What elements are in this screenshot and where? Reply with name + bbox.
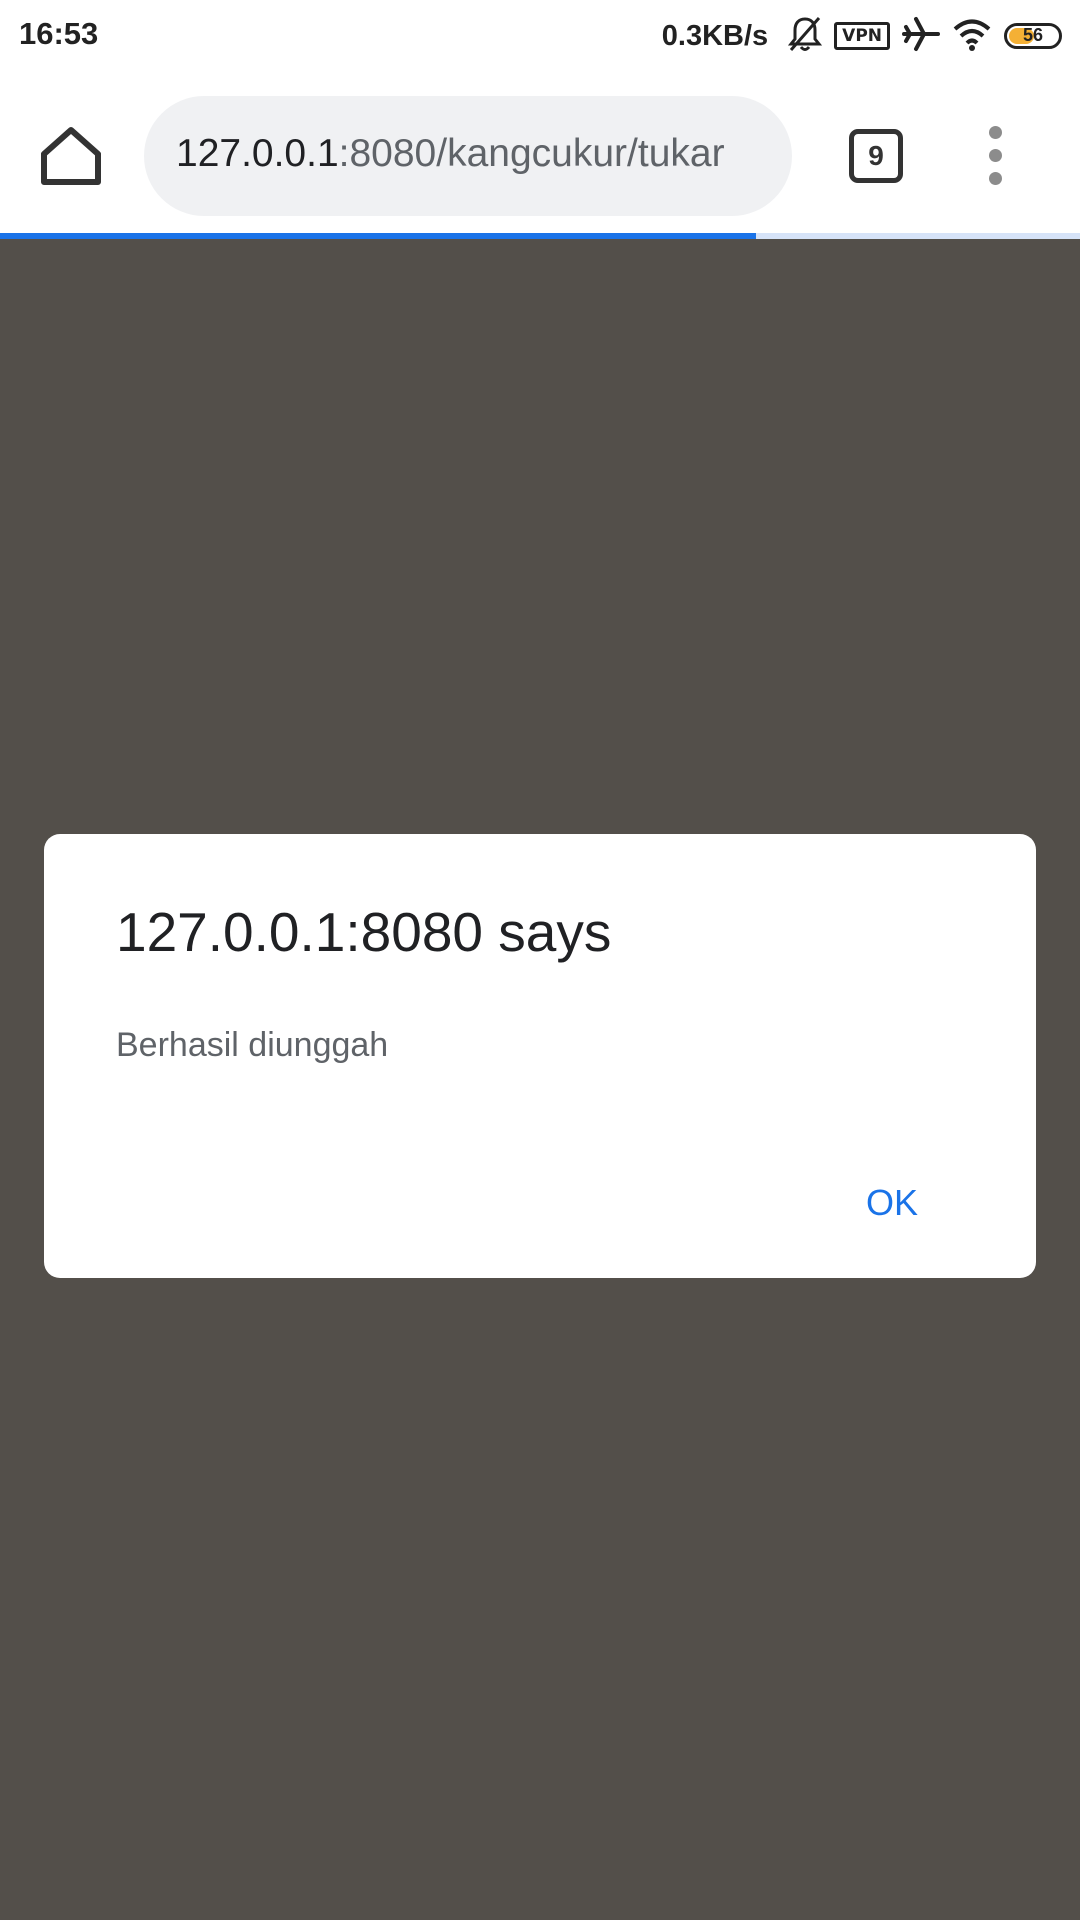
status-time: 16:53 bbox=[19, 16, 99, 51]
ok-button[interactable]: OK bbox=[866, 1178, 918, 1228]
status-bar: 16:53 0.3KB/s VPN 56 bbox=[0, 0, 1080, 74]
url-host: 127.0.0.1 bbox=[176, 132, 339, 175]
battery-level-label: 56 bbox=[1022, 25, 1044, 45]
dialog-message: Berhasil diunggah bbox=[116, 1026, 389, 1064]
dialog-title: 127.0.0.1:8080 says bbox=[116, 901, 612, 963]
home-button[interactable] bbox=[38, 126, 104, 186]
url-path: :8080/kangcukur/tukar bbox=[338, 132, 725, 175]
wifi-icon bbox=[952, 17, 992, 56]
more-menu-button[interactable] bbox=[978, 126, 1014, 186]
battery-icon: 56 bbox=[1004, 23, 1062, 49]
menu-dot-icon bbox=[989, 149, 1002, 162]
url-bar[interactable]: 127.0.0.1:8080/kangcukur/tukar bbox=[144, 96, 792, 216]
bell-off-icon bbox=[788, 15, 823, 58]
status-icons: 0.3KB/s VPN 56 bbox=[662, 14, 1062, 58]
menu-dot-icon bbox=[989, 126, 1002, 139]
screen: 16:53 0.3KB/s VPN 56 127.0.0.1:8080/kang… bbox=[0, 0, 1080, 1920]
menu-dot-icon bbox=[989, 172, 1002, 185]
home-icon bbox=[41, 127, 101, 185]
airplane-icon bbox=[902, 16, 940, 57]
tab-switcher-button[interactable]: 9 bbox=[849, 129, 903, 183]
url-text: 127.0.0.1:8080/kangcukur/tukar bbox=[176, 132, 764, 176]
vpn-icon: VPN bbox=[834, 22, 890, 50]
browser-toolbar: 127.0.0.1:8080/kangcukur/tukar 9 bbox=[0, 74, 1080, 234]
network-speed: 0.3KB/s bbox=[661, 19, 769, 52]
alert-dialog: 127.0.0.1:8080 says Berhasil diunggah OK bbox=[44, 834, 1036, 1278]
